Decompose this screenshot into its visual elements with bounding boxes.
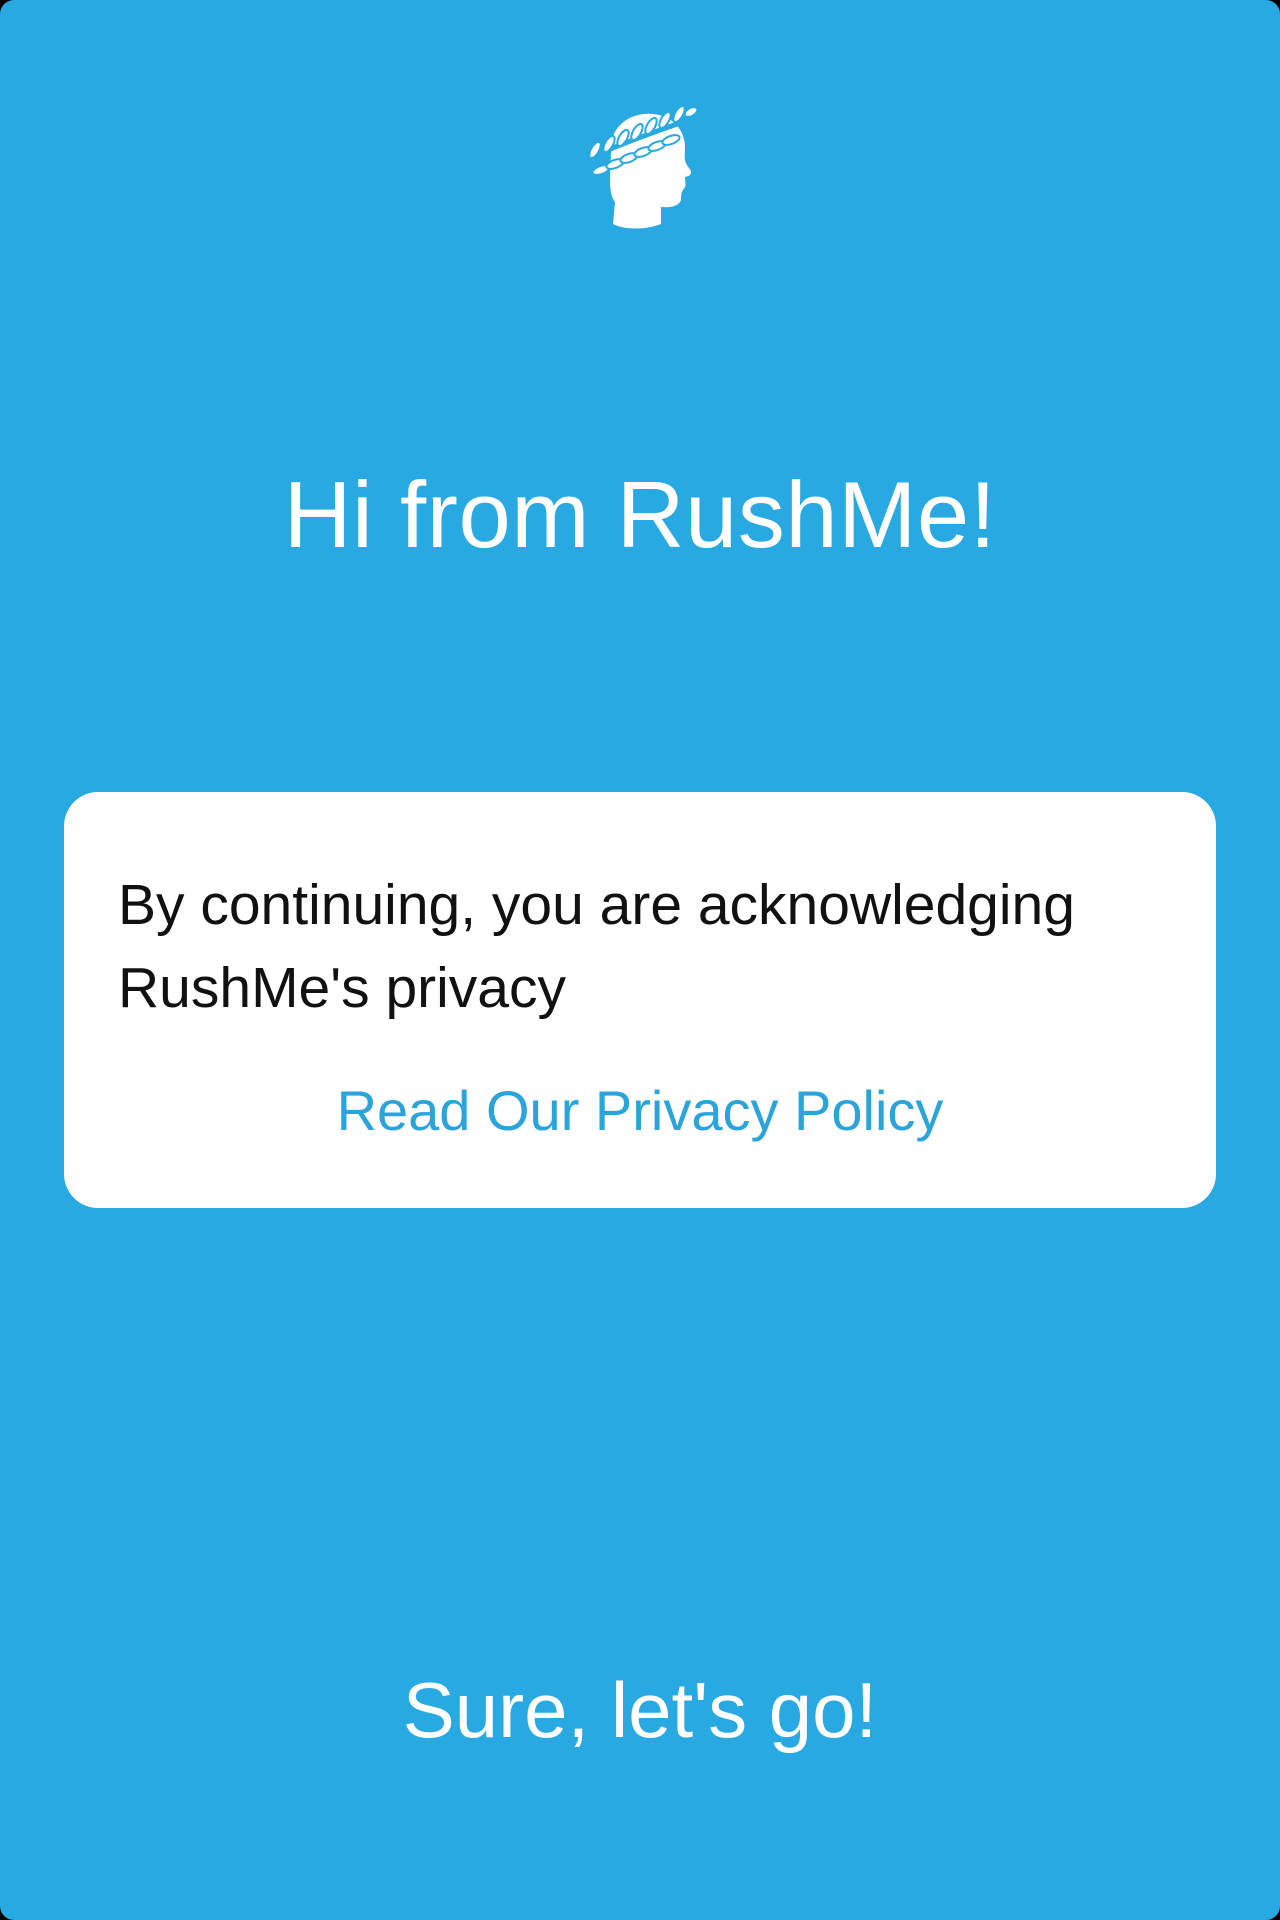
continue-button[interactable]: Sure, let's go! <box>0 1660 1280 1760</box>
privacy-notice-card: By continuing, you are acknowledging Rus… <box>64 792 1216 1208</box>
privacy-notice-text: By continuing, you are acknowledging Rus… <box>118 873 1075 1020</box>
welcome-headline: Hi from RushMe! <box>283 462 997 567</box>
laurel-head-icon <box>581 100 699 232</box>
privacy-policy-link[interactable]: Read Our Privacy Policy <box>64 1076 1216 1146</box>
onboarding-screen: Hi from RushMe! By continuing, you are a… <box>0 0 1280 1920</box>
